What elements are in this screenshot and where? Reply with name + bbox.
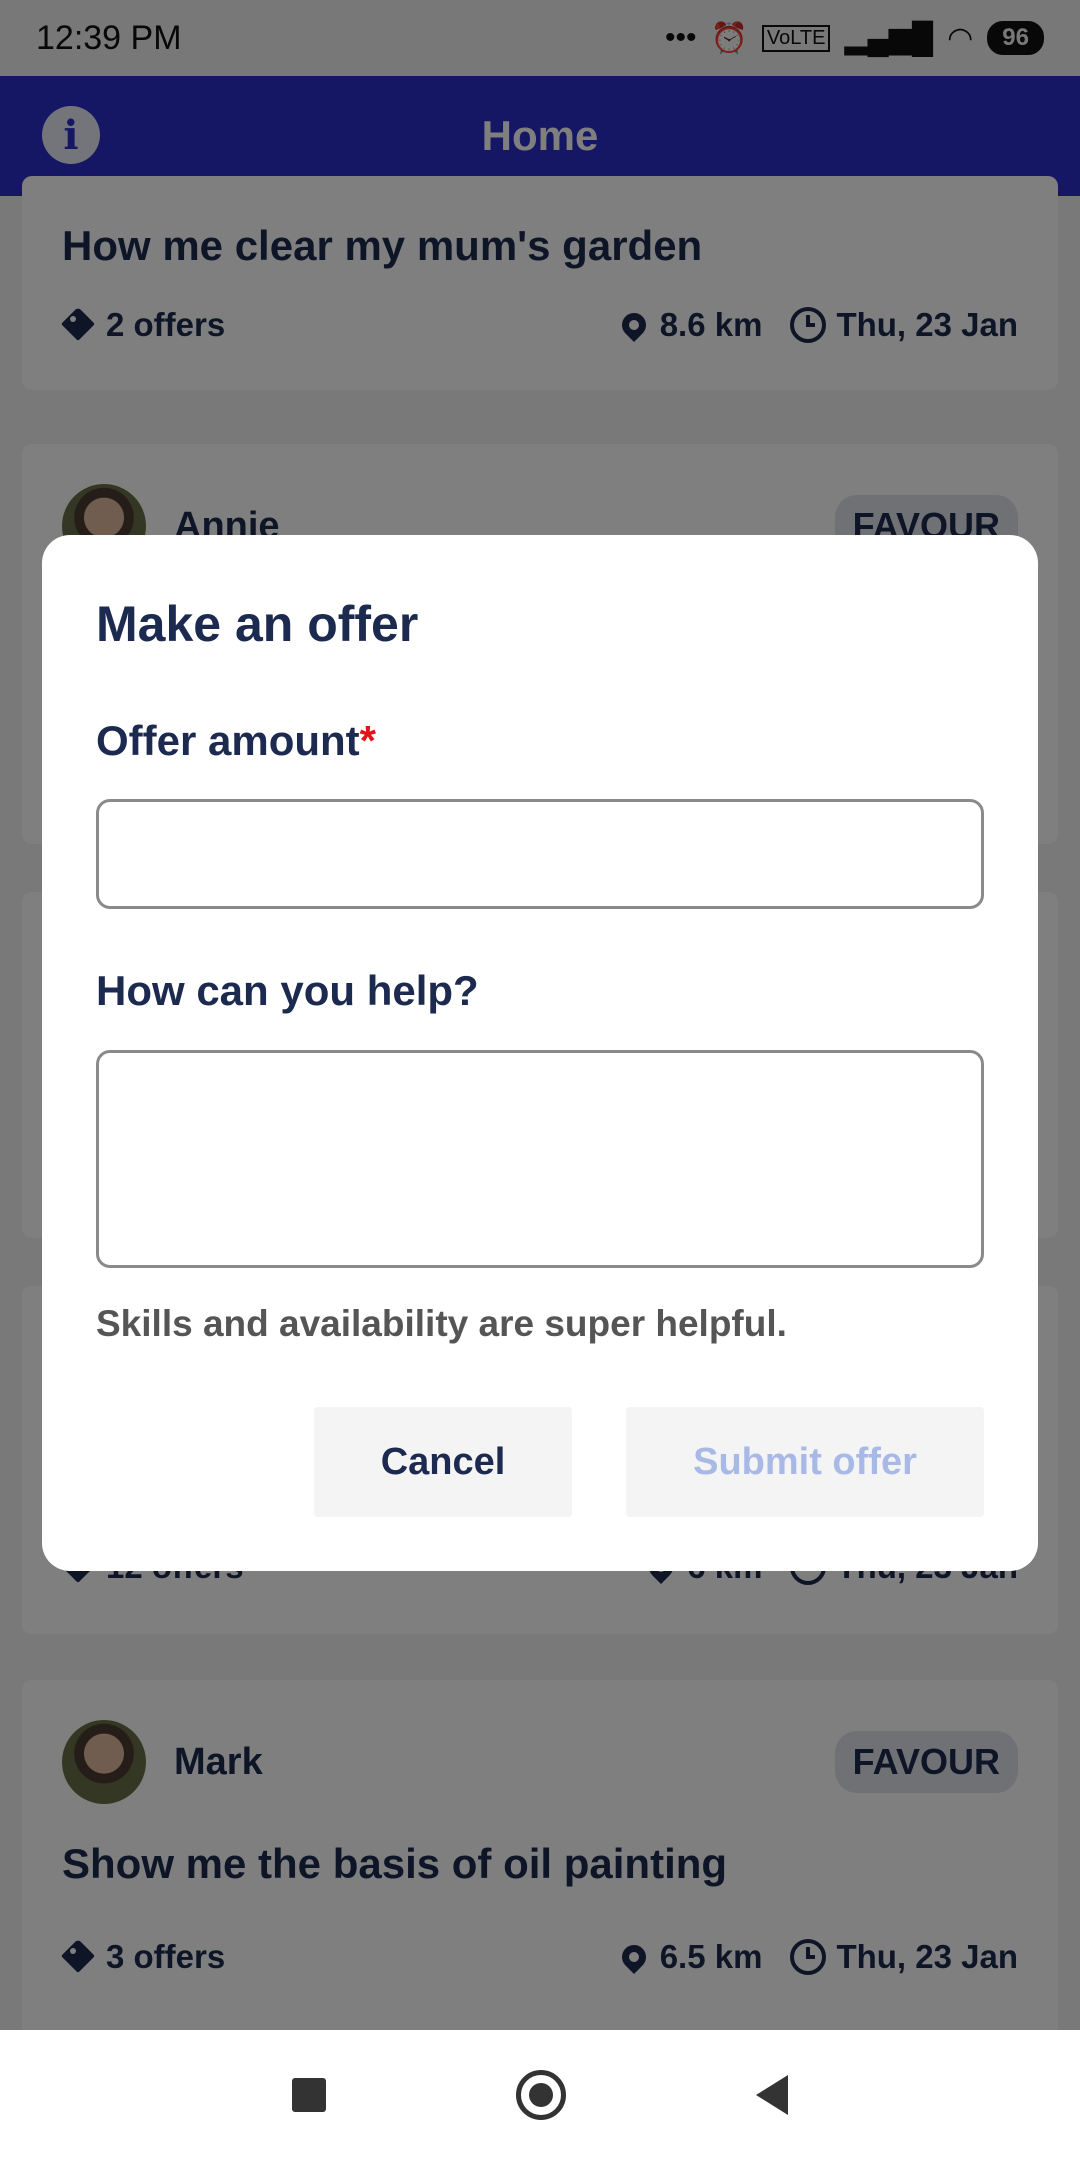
offer-amount-input[interactable]: [96, 799, 984, 909]
required-asterisk: *: [359, 717, 377, 764]
system-nav-bar: [0, 2030, 1080, 2160]
home-button[interactable]: [516, 2070, 566, 2120]
cancel-button[interactable]: Cancel: [314, 1407, 572, 1517]
recents-button[interactable]: [292, 2078, 326, 2112]
helper-text: Skills and availability are super helpfu…: [96, 1303, 787, 1344]
submit-offer-button[interactable]: Submit offer: [626, 1407, 984, 1517]
offer-amount-label-text: Offer amount: [96, 717, 360, 764]
back-button[interactable]: [756, 2075, 788, 2115]
offer-amount-label: Offer amount*: [96, 717, 376, 765]
how-can-you-help-label: How can you help?: [96, 967, 479, 1014]
dialog-title: Make an offer: [96, 596, 419, 652]
make-offer-dialog: Make an offer Offer amount* How can you …: [42, 535, 1038, 1571]
how-can-you-help-textarea[interactable]: [96, 1050, 984, 1268]
